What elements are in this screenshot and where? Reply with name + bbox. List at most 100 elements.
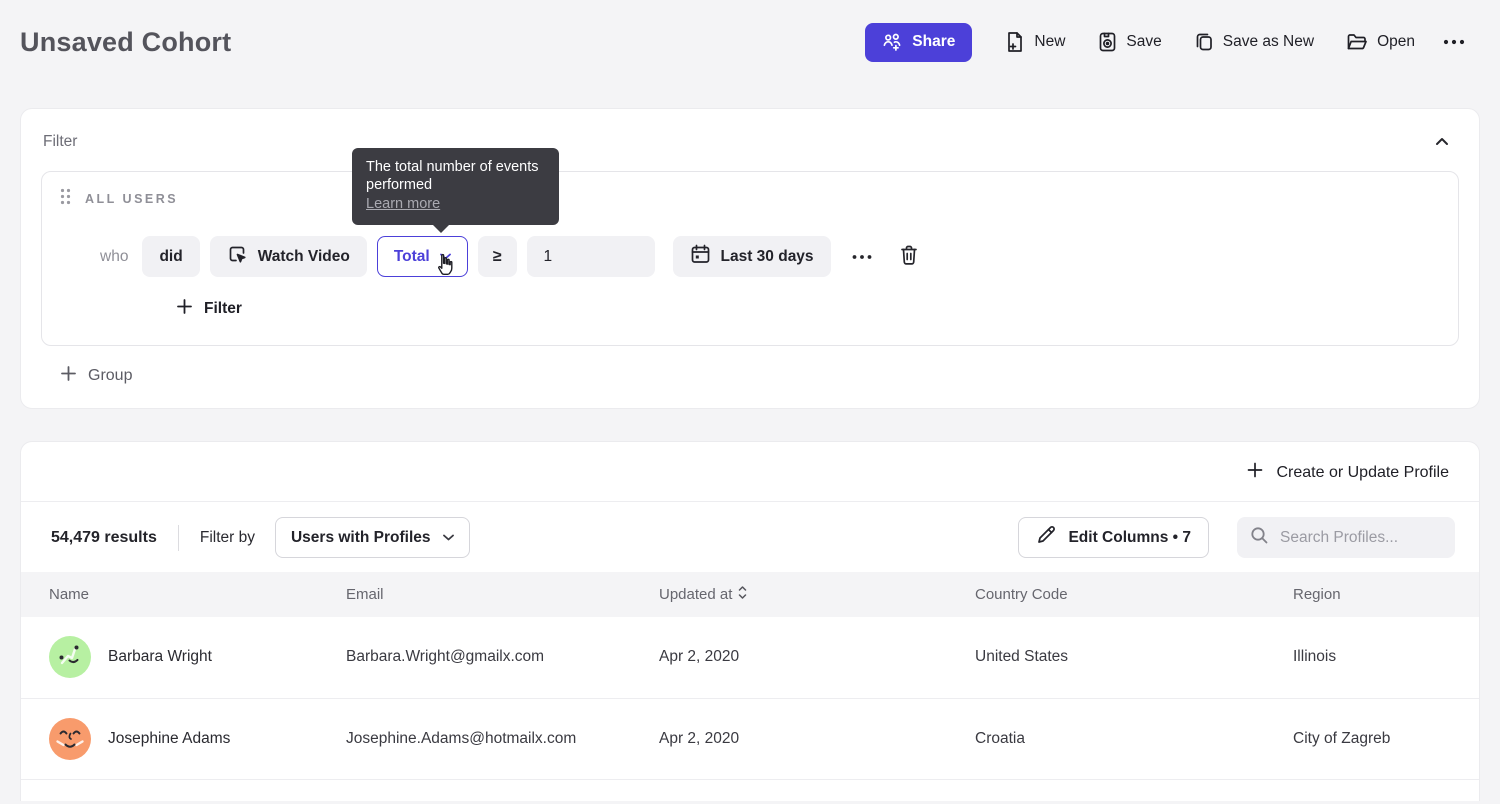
filter-group-header: ALL USERS	[60, 188, 1440, 210]
aggregation-tooltip: The total number of events performed Lea…	[352, 148, 559, 225]
calendar-icon	[690, 244, 711, 270]
new-document-icon	[1005, 31, 1025, 53]
aggregation-selector-label: Total	[394, 248, 430, 266]
delete-condition-button[interactable]	[893, 238, 925, 275]
value-input[interactable]: 1	[527, 236, 655, 277]
profile-region: City of Zagreb	[1283, 698, 1479, 779]
who-label: who	[100, 248, 128, 266]
table-header-row: Name Email Updated at Country Code	[21, 572, 1479, 617]
new-button[interactable]: New	[992, 22, 1078, 62]
filter-group: ALL USERS who did Watch Video Total	[41, 171, 1459, 346]
profile-type-dropdown[interactable]: Users with Profiles	[275, 517, 470, 558]
open-button[interactable]: Open	[1333, 23, 1428, 61]
tooltip-caret	[432, 224, 450, 233]
tooltip-text: The total number of events performed	[366, 159, 539, 193]
chevron-down-icon	[440, 253, 451, 260]
save-icon	[1097, 31, 1117, 53]
profile-country: Croatia	[965, 698, 1283, 779]
add-group-button[interactable]: Group	[61, 366, 132, 386]
profile-region: Illinois	[1283, 617, 1479, 698]
share-button[interactable]: Share	[865, 23, 972, 62]
profile-updated-at: Apr 2, 2020	[649, 617, 965, 698]
collapse-filter-button[interactable]	[1427, 126, 1457, 157]
ellipsis-icon	[851, 249, 873, 264]
copy-icon	[1194, 31, 1214, 53]
column-header-name: Name	[21, 572, 336, 617]
profile-email: Josephine.Adams@hotmailx.com	[336, 698, 649, 779]
new-button-label: New	[1034, 33, 1065, 51]
share-button-label: Share	[912, 33, 955, 51]
trash-icon	[899, 244, 919, 269]
operator-selector[interactable]: ≥	[478, 236, 517, 277]
create-profile-row: Create or Update Profile	[21, 442, 1479, 502]
condition-more-button[interactable]	[845, 243, 879, 270]
search-profiles-input[interactable]	[1280, 529, 1442, 547]
plus-icon	[61, 366, 76, 386]
profiles-panel: Create or Update Profile 54,479 results …	[20, 441, 1480, 801]
edit-columns-button[interactable]: Edit Columns • 7	[1018, 517, 1209, 558]
page-title: Unsaved Cohort	[20, 27, 231, 58]
group-label: ALL USERS	[85, 192, 178, 206]
save-as-new-button-label: Save as New	[1223, 33, 1314, 51]
create-or-update-profile-button[interactable]: Create or Update Profile	[1247, 462, 1449, 483]
filter-panel: Filter ALL USERS	[20, 108, 1480, 409]
filter-panel-header: Filter	[21, 109, 1479, 167]
add-filter-label: Filter	[204, 300, 242, 318]
table-row[interactable]: Josephine Adams Josephine.Adams@hotmailx…	[21, 698, 1479, 779]
sort-icon	[738, 586, 747, 603]
filter-by-label: Filter by	[200, 529, 255, 547]
cohort-builder-page: Unsaved Cohort Share	[0, 0, 1500, 804]
profile-name: Josephine Adams	[108, 730, 230, 748]
folder-open-icon	[1346, 32, 1368, 52]
chevron-up-icon	[1435, 134, 1449, 149]
profile-name-cell: Josephine Adams	[49, 718, 326, 760]
add-filter-button[interactable]: Filter	[177, 299, 242, 319]
page-header: Unsaved Cohort Share	[0, 0, 1500, 62]
profile-name: Barbara Wright	[108, 648, 212, 666]
column-header-country-code: Country Code	[965, 572, 1283, 617]
profiles-table: Name Email Updated at Country Code	[21, 572, 1479, 780]
profile-country: United States	[965, 617, 1283, 698]
plus-icon	[177, 299, 192, 319]
save-button-label: Save	[1126, 33, 1161, 51]
date-range-selector[interactable]: Last 30 days	[673, 236, 831, 277]
profile-email: Barbara.Wright@gmailx.com	[336, 617, 649, 698]
tooltip-learn-more-link[interactable]: Learn more	[366, 196, 440, 212]
filter-panel-title: Filter	[43, 133, 77, 151]
pencil-icon	[1036, 525, 1056, 550]
date-range-label: Last 30 days	[721, 248, 814, 266]
column-header-email: Email	[336, 572, 649, 617]
results-bar-right: Edit Columns • 7	[1018, 517, 1455, 558]
drag-handle-icon[interactable]	[60, 188, 71, 210]
profile-name-cell: Barbara Wright	[49, 636, 326, 678]
did-selector[interactable]: did	[142, 236, 199, 277]
profile-type-selected: Users with Profiles	[291, 529, 431, 547]
open-button-label: Open	[1377, 33, 1415, 51]
header-more-button[interactable]	[1434, 27, 1474, 58]
filter-condition-row: who did Watch Video Total	[60, 236, 1440, 277]
edit-columns-label: Edit Columns • 7	[1068, 529, 1191, 547]
add-group-label: Group	[88, 367, 132, 385]
column-header-updated-at: Updated at	[649, 572, 965, 617]
search-icon	[1250, 526, 1269, 550]
event-selector-label: Watch Video	[258, 248, 350, 266]
aggregation-selector[interactable]: Total	[377, 236, 468, 277]
search-profiles-box	[1237, 517, 1455, 558]
ellipsis-icon	[1442, 35, 1466, 50]
avatar	[49, 636, 91, 678]
divider	[178, 525, 179, 551]
save-as-new-button[interactable]: Save as New	[1181, 22, 1327, 62]
save-button[interactable]: Save	[1084, 22, 1174, 62]
profile-updated-at: Apr 2, 2020	[649, 698, 965, 779]
column-header-updated-at-label: Updated at	[659, 586, 732, 603]
event-click-icon	[227, 244, 248, 270]
results-count: 54,479 results	[51, 529, 157, 547]
chevron-down-icon	[443, 534, 454, 541]
create-or-update-profile-label: Create or Update Profile	[1276, 464, 1449, 482]
header-actions: Share New Save	[865, 22, 1474, 62]
event-selector[interactable]: Watch Video	[210, 236, 367, 277]
avatar	[49, 718, 91, 760]
results-bar: 54,479 results Filter by Users with Prof…	[21, 502, 1479, 572]
sort-updated-at[interactable]: Updated at	[659, 586, 747, 603]
table-row[interactable]: Barbara Wright Barbara.Wright@gmailx.com…	[21, 617, 1479, 698]
